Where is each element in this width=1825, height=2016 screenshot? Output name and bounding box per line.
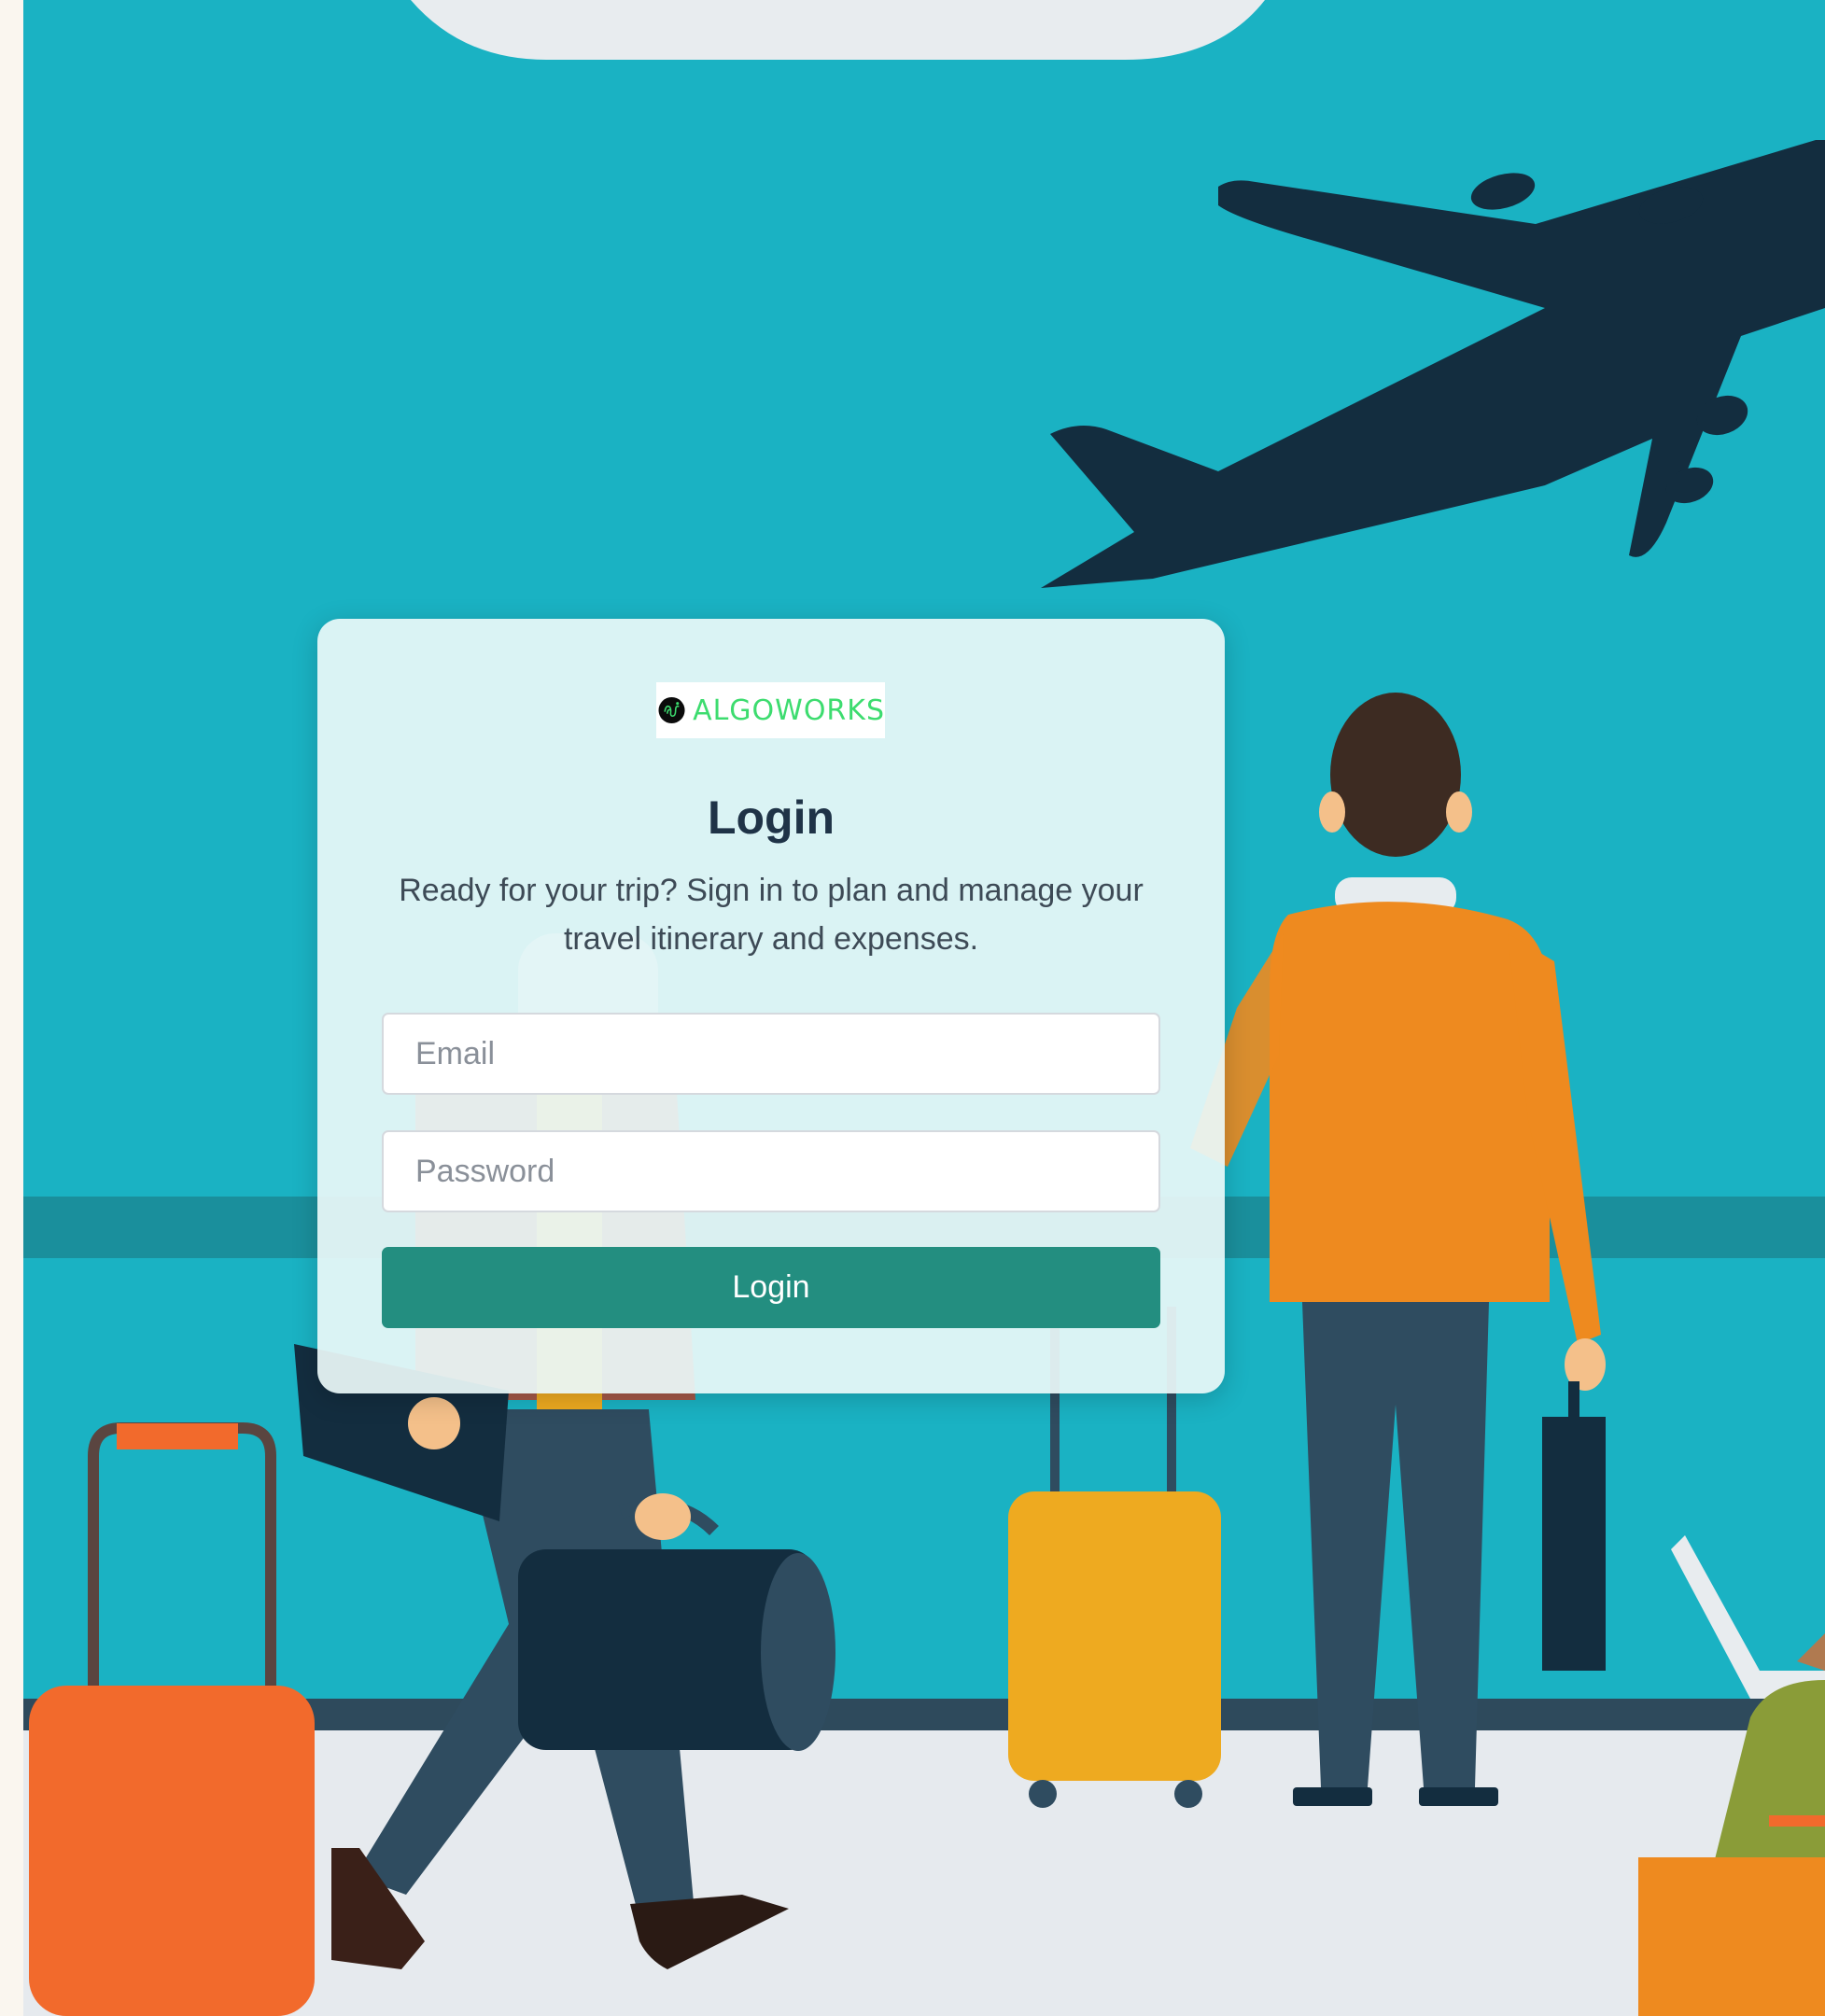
email-field[interactable] [382, 1013, 1160, 1095]
login-title: Login [707, 791, 835, 844]
login-subtitle: Ready for your trip? Sign in to plan and… [399, 873, 1144, 957]
login-page: ALGOWORKS Login Ready for your trip? Sig… [0, 0, 1825, 2016]
password-field[interactable] [382, 1130, 1160, 1212]
page-margin [0, 0, 23, 2016]
login-card: ALGOWORKS Login Ready for your trip? Sig… [317, 619, 1225, 1393]
login-button[interactable]: Login [382, 1247, 1160, 1328]
brand-name: ALGOWORKS [693, 693, 885, 727]
brand-logo: ALGOWORKS [656, 682, 885, 738]
algoworks-logo-icon [658, 696, 685, 724]
